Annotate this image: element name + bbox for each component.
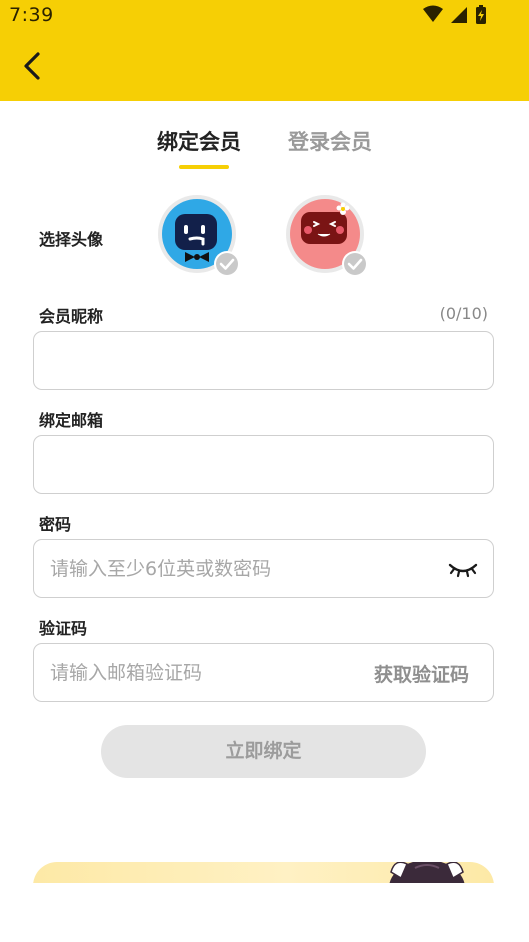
eye-closed-icon[interactable]: [447, 558, 479, 580]
tab-login-member[interactable]: 登录会员: [288, 126, 372, 156]
check-icon: [342, 251, 368, 277]
avatar-option-pink[interactable]: [285, 194, 369, 278]
nickname-field: [33, 331, 494, 390]
email-label: 绑定邮箱: [39, 411, 104, 430]
back-button[interactable]: [14, 46, 50, 86]
email-input[interactable]: [50, 436, 430, 493]
tab-active-indicator: [179, 165, 229, 169]
chevron-left-icon: [24, 52, 40, 80]
nickname-counter: (0/10): [439, 304, 488, 323]
get-code-button[interactable]: 获取验证码: [374, 660, 469, 687]
blue-mascot-avatar: [158, 195, 240, 277]
avatar-option-blue[interactable]: [157, 194, 241, 278]
password-label: 密码: [39, 515, 72, 534]
status-icons: [423, 5, 486, 24]
avatar-label: 选择头像: [39, 230, 104, 249]
password-field: [33, 539, 494, 598]
character-illustration: [389, 862, 465, 883]
code-input[interactable]: [50, 644, 350, 701]
bottom-banner: [33, 862, 494, 883]
nickname-input[interactable]: [50, 332, 430, 389]
status-bar: 7:39: [0, 0, 529, 30]
signal-icon: [451, 7, 467, 23]
status-time: 7:39: [9, 4, 54, 26]
tab-bar: 绑定会员 登录会员: [0, 122, 529, 174]
wifi-icon: [423, 5, 443, 22]
battery-icon: [476, 5, 486, 24]
pink-mascot-avatar: [286, 195, 368, 277]
tab-bind-member[interactable]: 绑定会员: [157, 126, 241, 156]
check-icon: [214, 251, 240, 277]
bind-now-button[interactable]: 立即绑定: [101, 725, 426, 778]
nickname-label: 会员昵称: [39, 307, 104, 326]
top-app-bar: 7:39: [0, 0, 529, 101]
email-field: [33, 435, 494, 494]
code-field: 获取验证码: [33, 643, 494, 702]
password-input[interactable]: [50, 540, 430, 597]
code-label: 验证码: [39, 619, 88, 638]
